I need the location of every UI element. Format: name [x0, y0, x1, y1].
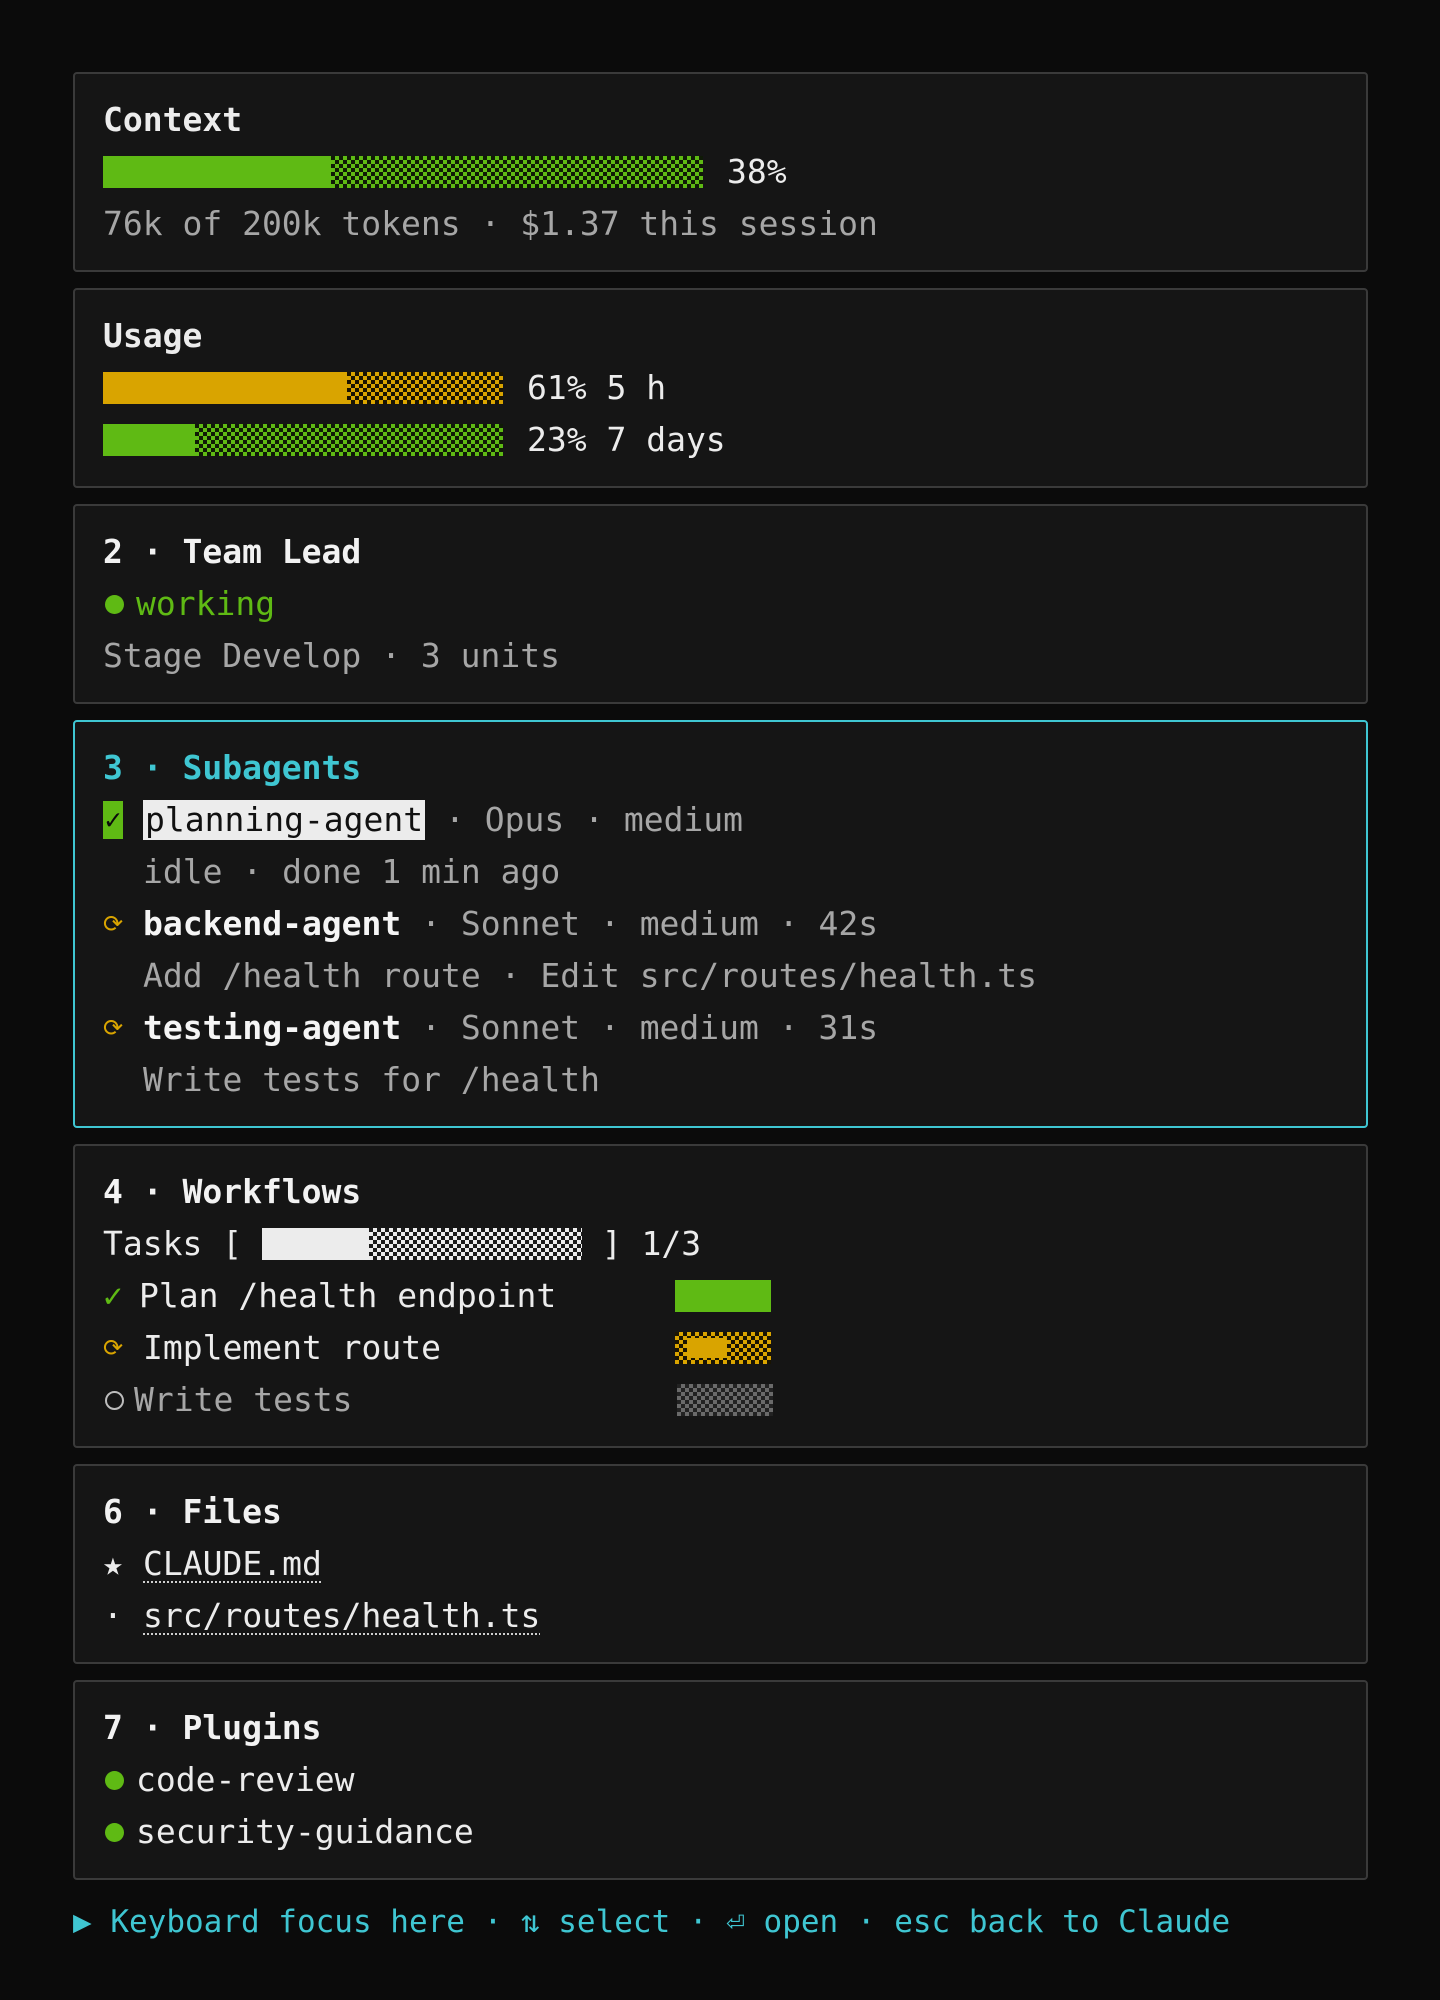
star-icon: ★ — [103, 1544, 123, 1583]
subagents-title: 3 · Subagents — [103, 748, 362, 787]
team-lead-detail: Stage Develop · 3 units — [103, 636, 560, 675]
usage-title: Usage — [103, 316, 203, 355]
agent-detail-testing: Write tests for /health — [143, 1060, 600, 1099]
spinner-icon: ⟳ — [103, 910, 124, 938]
bullet-icon: · — [103, 1596, 123, 1635]
tasks-progress-bar — [261, 1228, 582, 1260]
file-item[interactable]: · src/routes/health.ts — [103, 1590, 1366, 1642]
task-running-bar — [675, 1332, 771, 1364]
agent-meta-planning: · Opus · medium — [425, 800, 744, 839]
usage-5h-bar — [103, 372, 503, 404]
task-pending-bar — [677, 1384, 773, 1416]
plugin-name: code-review — [136, 1760, 355, 1799]
status-dot-icon — [105, 1770, 124, 1790]
tasks-count: ] 1/3 — [581, 1224, 702, 1263]
spinner-icon: ⟳ — [103, 1334, 124, 1362]
spinner-icon: ⟳ — [103, 1014, 124, 1042]
files-title: 6 · Files — [103, 1492, 282, 1531]
context-progress-bar — [103, 156, 703, 188]
agent-detail-planning: idle · done 1 min ago — [143, 852, 561, 891]
agent-row-planning[interactable]: ✓ planning-agent · Opus · medium — [103, 794, 1366, 846]
plugins-panel[interactable]: 7 · Plugins code-review security-guidanc… — [73, 1680, 1368, 1880]
status-dot-icon — [105, 1822, 124, 1842]
check-icon: ✓ — [103, 1276, 123, 1315]
context-bar-fill — [103, 156, 331, 188]
check-icon: ✓ — [103, 801, 123, 839]
tasks-progress-row: Tasks [ ] 1/3 — [103, 1218, 1366, 1270]
usage-panel: Usage 61% 5 h 23% 7 days — [73, 288, 1368, 488]
workflow-task-label: Write tests — [134, 1380, 353, 1419]
usage-row-7d: 23% 7 days — [103, 414, 1366, 466]
plugin-item[interactable]: code-review — [103, 1754, 1366, 1806]
agent-row-backend[interactable]: ⟳ backend-agent · Sonnet · medium · 42s — [103, 898, 1366, 950]
plugin-name: security-guidance — [136, 1812, 474, 1851]
team-lead-status: working — [136, 584, 276, 623]
context-panel: Context 38% 76k of 200k tokens · $1.37 t… — [73, 72, 1368, 272]
task-done-bar — [675, 1280, 771, 1312]
tasks-bar-rest — [368, 1228, 582, 1260]
team-lead-status-row: working — [103, 578, 1366, 630]
usage-row-5h: 61% 5 h — [103, 362, 1366, 414]
file-item[interactable]: ★ CLAUDE.md — [103, 1538, 1366, 1590]
circle-icon — [105, 1390, 124, 1410]
context-detail: 76k of 200k tokens · $1.37 this session — [103, 204, 878, 243]
plugin-item[interactable]: security-guidance — [103, 1806, 1366, 1858]
file-link-claude-md[interactable]: CLAUDE.md — [143, 1538, 322, 1590]
usage-7d-rest — [195, 424, 503, 456]
agent-detail-backend: Add /health route · Edit src/routes/heal… — [143, 956, 1038, 995]
usage-5h-fill — [103, 372, 347, 404]
agent-meta-backend: · Sonnet · medium · 42s — [401, 904, 879, 943]
workflows-title: 4 · Workflows — [103, 1172, 362, 1211]
agent-name-planning[interactable]: planning-agent — [143, 800, 426, 840]
usage-7d-bar — [103, 424, 503, 456]
keyboard-hint: ▶ Keyboard focus here · ⇅ select · ⏎ ope… — [73, 1904, 1231, 1940]
files-panel[interactable]: 6 · Files ★ CLAUDE.md · src/routes/healt… — [73, 1464, 1368, 1664]
usage-7d-label: 23% 7 days — [527, 420, 726, 459]
tasks-label: Tasks [ — [103, 1224, 262, 1263]
workflow-task-label: Plan /health endpoint — [139, 1276, 557, 1315]
team-lead-panel[interactable]: 2 · Team Lead working Stage Develop · 3 … — [73, 504, 1368, 704]
agent-row-testing[interactable]: ⟳ testing-agent · Sonnet · medium · 31s — [103, 1002, 1366, 1054]
subagents-panel[interactable]: 3 · Subagents ✓ planning-agent · Opus · … — [73, 720, 1368, 1128]
plugins-title: 7 · Plugins — [103, 1708, 322, 1747]
tasks-bar-fill — [261, 1228, 369, 1260]
task-running-fill — [687, 1338, 727, 1358]
agent-name-testing[interactable]: testing-agent — [143, 1002, 401, 1054]
usage-5h-rest — [347, 372, 503, 404]
context-bar-row: 38% — [103, 146, 1366, 198]
usage-7d-fill — [103, 424, 195, 456]
team-lead-title: 2 · Team Lead — [103, 532, 362, 571]
agent-meta-testing: · Sonnet · medium · 31s — [401, 1008, 879, 1047]
context-percent: 38% — [727, 152, 787, 191]
context-bar-rest — [331, 156, 703, 188]
status-dot-icon — [105, 594, 124, 614]
agent-name-backend[interactable]: backend-agent — [143, 898, 401, 950]
workflows-panel[interactable]: 4 · Workflows Tasks [ ] 1/3 ✓ Plan /heal… — [73, 1144, 1368, 1448]
file-link-health-ts[interactable]: src/routes/health.ts — [143, 1590, 540, 1642]
workflow-task-label: Implement route — [143, 1328, 442, 1367]
context-title: Context — [103, 100, 243, 139]
usage-5h-label: 61% 5 h — [527, 368, 667, 407]
